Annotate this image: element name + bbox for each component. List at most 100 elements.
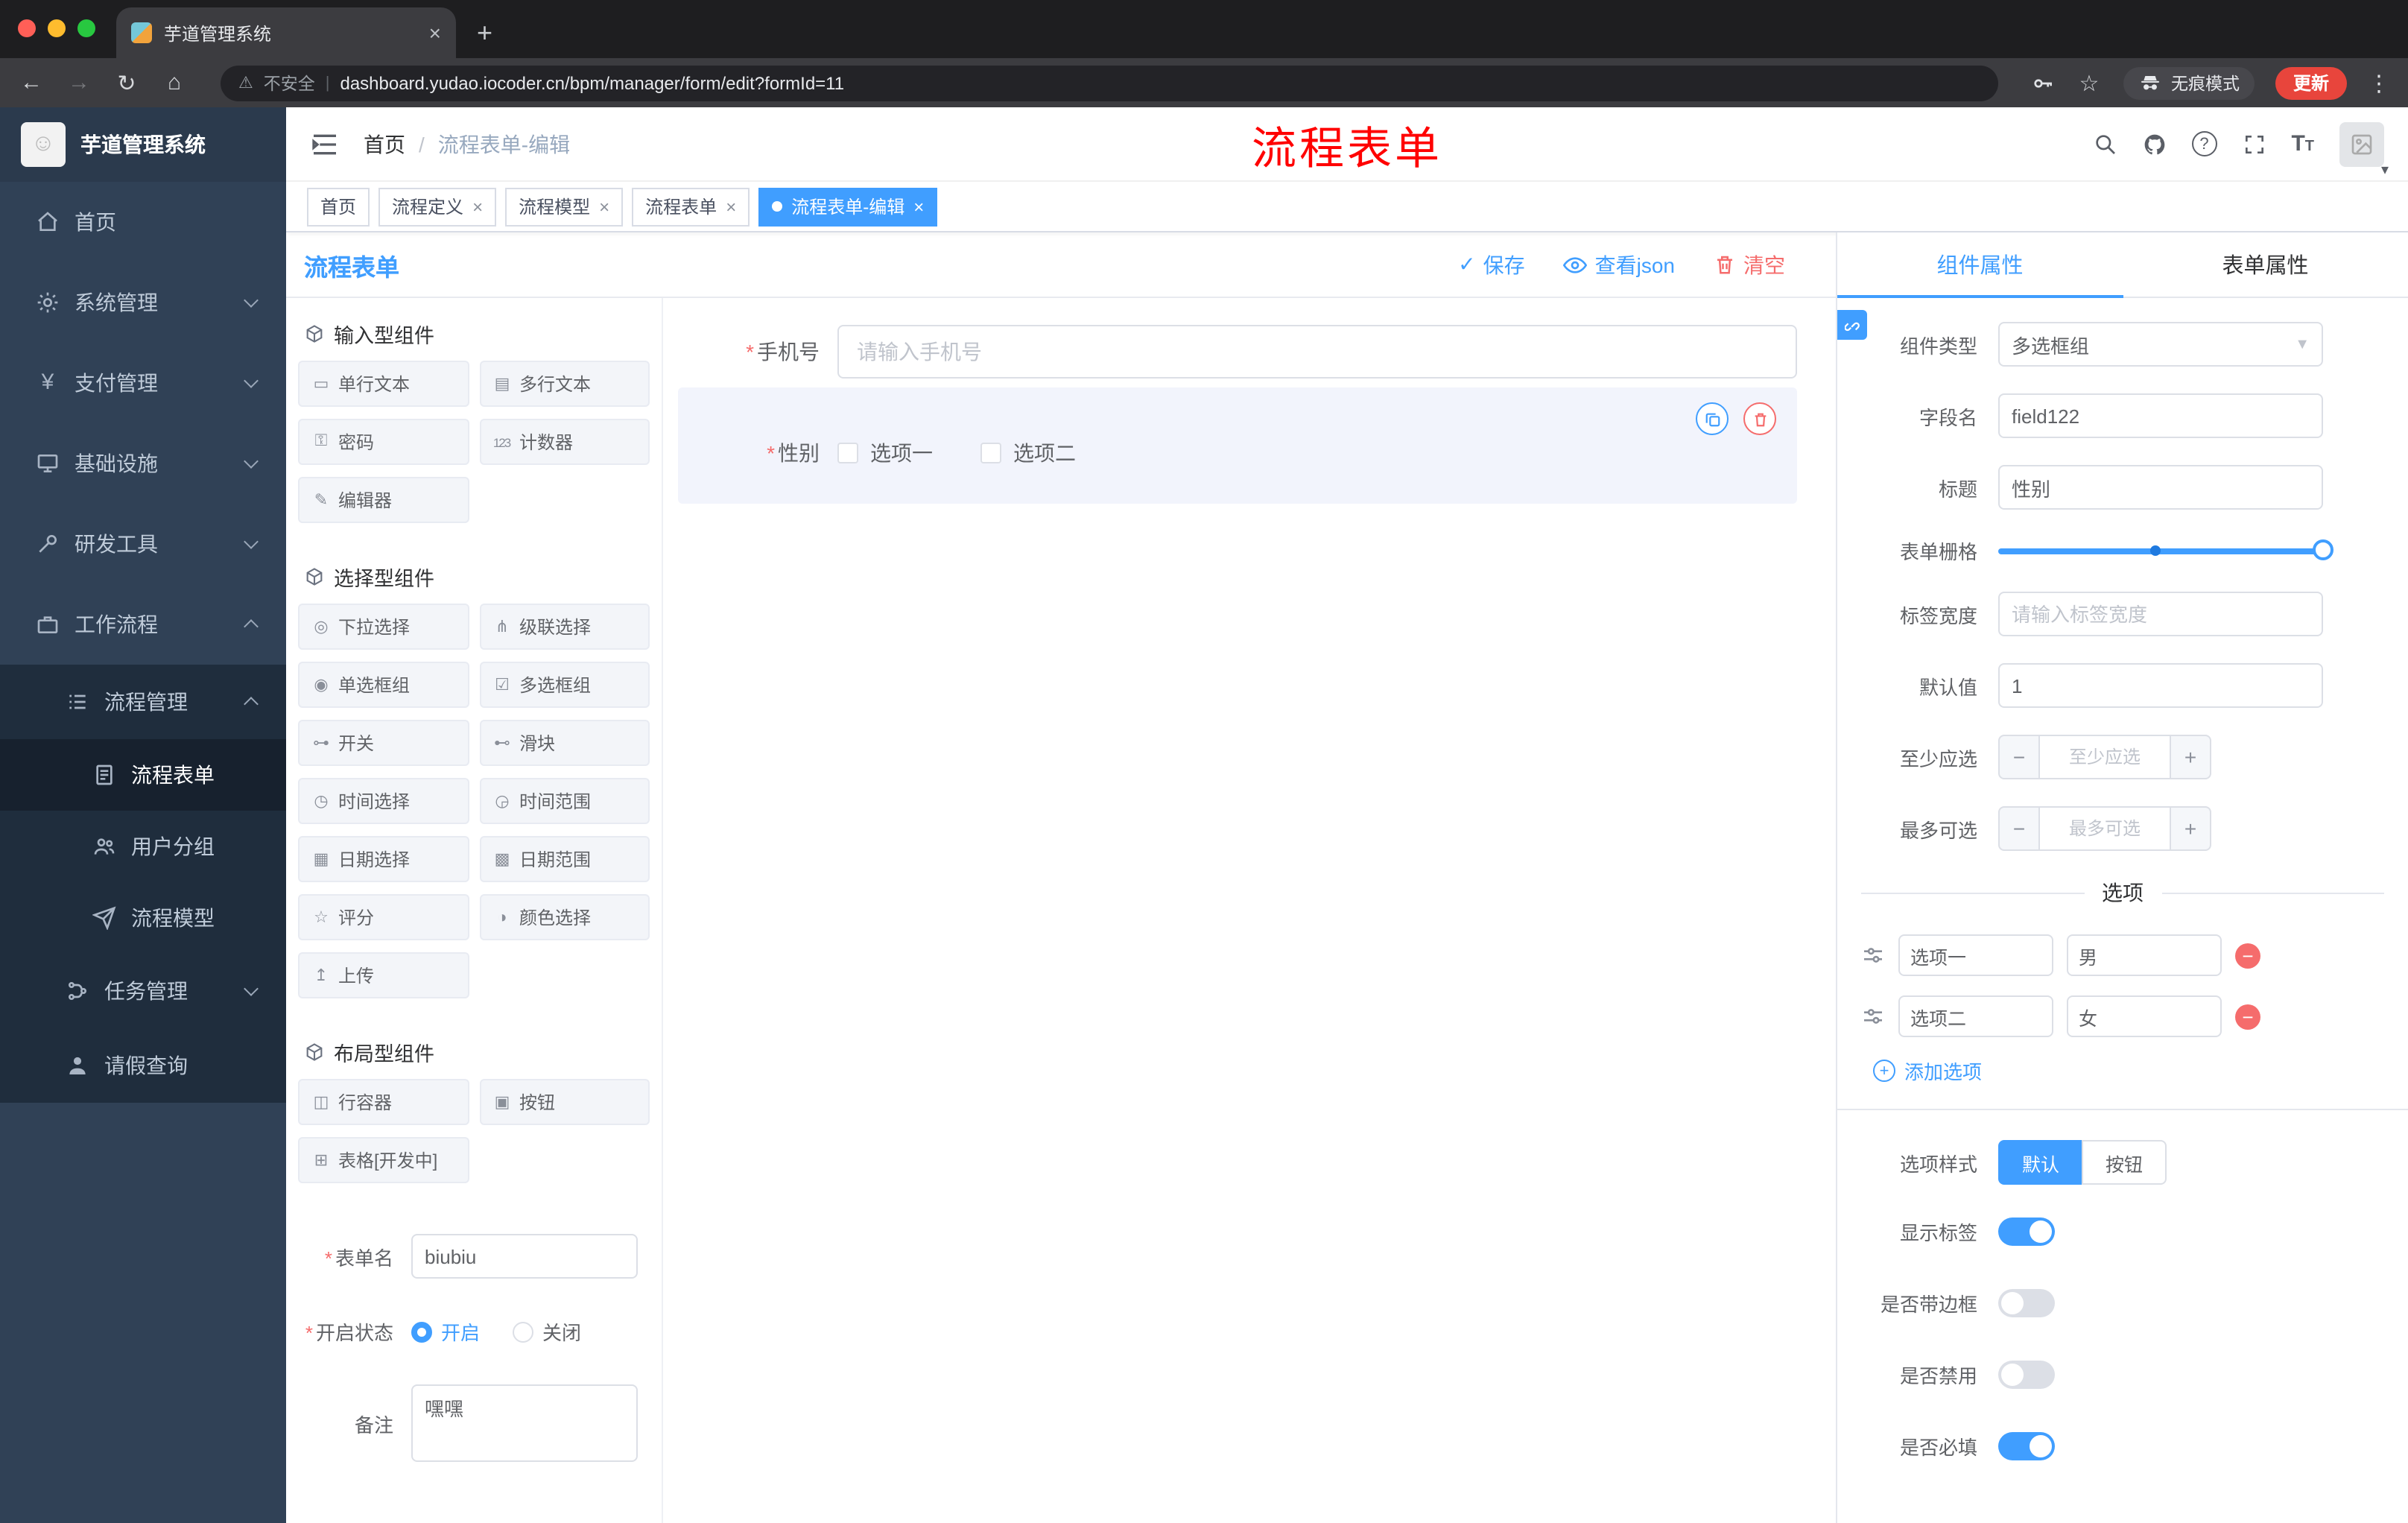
- minimize-window-button[interactable]: [48, 19, 66, 37]
- fullscreen-icon[interactable]: [2242, 132, 2266, 156]
- link-tag[interactable]: [1837, 310, 1867, 340]
- close-icon[interactable]: ×: [472, 196, 483, 217]
- grid-slider[interactable]: [1998, 539, 2333, 561]
- required-toggle[interactable]: [1998, 1432, 2055, 1460]
- palette-item-counter[interactable]: 123 计数器: [479, 419, 650, 465]
- palette-item-color-picker[interactable]: ◑ 颜色选择: [479, 894, 650, 940]
- palette-item-dropdown[interactable]: ◎ 下拉选择: [298, 604, 469, 650]
- palette-item-date-range[interactable]: ▩ 日期范围: [479, 836, 650, 882]
- sidebar-item-user-groups[interactable]: 用户分组: [0, 811, 286, 882]
- sidebar-item-process-form[interactable]: 流程表单: [0, 739, 286, 811]
- update-button[interactable]: 更新: [2275, 66, 2347, 99]
- forward-icon[interactable]: →: [66, 70, 92, 95]
- palette-item-single-line-text[interactable]: ▭ 单行文本: [298, 361, 469, 407]
- disabled-toggle[interactable]: [1998, 1361, 2055, 1389]
- option-value-input[interactable]: [2067, 995, 2222, 1037]
- sidebar-item-devtools[interactable]: 研发工具: [0, 504, 286, 584]
- back-icon[interactable]: ←: [18, 70, 45, 95]
- tab-form-props[interactable]: 表单属性: [2123, 232, 2408, 297]
- hamburger-icon[interactable]: [310, 129, 340, 159]
- palette-item-slider[interactable]: ⊷ 滑块: [479, 720, 650, 766]
- zoom-window-button[interactable]: [77, 19, 95, 37]
- password-key-icon[interactable]: [2031, 71, 2055, 95]
- status-radio-on[interactable]: 开启: [411, 1317, 480, 1346]
- phone-input[interactable]: [837, 325, 1797, 379]
- with-border-toggle[interactable]: [1998, 1289, 2055, 1317]
- delete-component-button[interactable]: [1743, 402, 1776, 435]
- minus-button[interactable]: −: [1998, 735, 2040, 779]
- form-remark-textarea[interactable]: 嘿嘿: [411, 1384, 638, 1462]
- avatar[interactable]: ▾: [2339, 121, 2389, 178]
- palette-item-time-picker[interactable]: ◷ 时间选择: [298, 778, 469, 824]
- browser-menu-icon[interactable]: ⋮: [2368, 69, 2390, 96]
- title-input[interactable]: [1998, 465, 2323, 510]
- drag-tune-icon[interactable]: [1861, 1004, 1885, 1028]
- breadcrumb-home[interactable]: 首页: [364, 129, 405, 159]
- tab-close-icon[interactable]: ×: [429, 21, 441, 45]
- palette-item-rating[interactable]: ☆ 评分: [298, 894, 469, 940]
- palette-item-radio-group[interactable]: ◉ 单选框组: [298, 662, 469, 708]
- style-button-button[interactable]: 按钮: [2082, 1140, 2167, 1185]
- show-label-toggle[interactable]: [1998, 1218, 2055, 1246]
- view-json-button[interactable]: 查看json: [1563, 250, 1675, 279]
- drag-tune-icon[interactable]: [1861, 943, 1885, 967]
- close-icon[interactable]: ×: [599, 196, 609, 217]
- gender-option-1[interactable]: 选项一: [837, 438, 933, 468]
- gender-option-2[interactable]: 选项二: [980, 438, 1076, 468]
- palette-item-upload[interactable]: ↥ 上传: [298, 952, 469, 998]
- sidebar-item-process-model[interactable]: 流程模型: [0, 882, 286, 954]
- status-radio-off[interactable]: 关闭: [513, 1317, 581, 1346]
- option-label-input[interactable]: [1898, 934, 2053, 976]
- browser-tab[interactable]: 芋道管理系统 ×: [116, 7, 456, 58]
- palette-item-row-container[interactable]: ◫ 行容器: [298, 1079, 469, 1125]
- clear-button[interactable]: 清空: [1714, 250, 1785, 279]
- palette-item-date-picker[interactable]: ▦ 日期选择: [298, 836, 469, 882]
- copy-component-button[interactable]: [1696, 402, 1729, 435]
- sidebar-item-leave-query[interactable]: 请假查询: [0, 1028, 286, 1103]
- min-select-input[interactable]: [2040, 735, 2171, 779]
- form-name-input[interactable]: [411, 1234, 638, 1279]
- close-icon[interactable]: ×: [913, 196, 924, 217]
- plus-button[interactable]: +: [2170, 806, 2211, 851]
- address-bar[interactable]: ⚠ 不安全 | dashboard.yudao.iocoder.cn/bpm/m…: [221, 65, 1998, 101]
- close-icon[interactable]: ×: [726, 196, 736, 217]
- slider-handle[interactable]: [2313, 539, 2333, 560]
- page-tab-home[interactable]: 首页: [307, 187, 370, 226]
- component-type-select[interactable]: 多选框组 ▼: [1998, 322, 2323, 367]
- option-label-input[interactable]: [1898, 995, 2053, 1037]
- option-value-input[interactable]: [2067, 934, 2222, 976]
- search-icon[interactable]: [2093, 132, 2117, 156]
- palette-item-editor[interactable]: ✎ 编辑器: [298, 477, 469, 523]
- page-tab-process-form[interactable]: 流程表单 ×: [632, 187, 750, 226]
- home-icon[interactable]: ⌂: [161, 70, 188, 95]
- minus-button[interactable]: −: [1998, 806, 2040, 851]
- style-default-button[interactable]: 默认: [1998, 1140, 2084, 1185]
- palette-item-multi-line-text[interactable]: ▤ 多行文本: [479, 361, 650, 407]
- tab-component-props[interactable]: 组件属性: [1837, 232, 2123, 298]
- palette-item-password[interactable]: ⚿ 密码: [298, 419, 469, 465]
- add-option-button[interactable]: + 添加选项: [1873, 1057, 2384, 1085]
- new-tab-button[interactable]: +: [477, 18, 492, 49]
- plus-button[interactable]: +: [2170, 735, 2211, 779]
- palette-item-checkbox-group[interactable]: ☑ 多选框组: [479, 662, 650, 708]
- canvas-field-phone[interactable]: * 手机号: [678, 325, 1797, 379]
- remove-option-button[interactable]: −: [2235, 943, 2260, 968]
- palette-item-button[interactable]: ▣ 按钮: [479, 1079, 650, 1125]
- reload-icon[interactable]: ↻: [113, 69, 140, 96]
- max-select-input[interactable]: [2040, 806, 2171, 851]
- save-button[interactable]: ✓ 保存: [1458, 250, 1524, 279]
- page-tab-process-form-edit[interactable]: 流程表单-编辑 ×: [758, 187, 938, 226]
- palette-item-cascader[interactable]: ⋔ 级联选择: [479, 604, 650, 650]
- field-name-input[interactable]: [1998, 393, 2323, 438]
- bookmark-star-icon[interactable]: ☆: [2076, 69, 2103, 96]
- canvas-field-gender-selected[interactable]: * 性别 选项一 选项二: [678, 387, 1797, 504]
- github-icon[interactable]: [2142, 132, 2166, 156]
- palette-item-time-range[interactable]: ◶ 时间范围: [479, 778, 650, 824]
- sidebar-item-infrastructure[interactable]: 基础设施: [0, 423, 286, 504]
- sidebar-item-process-management[interactable]: 流程管理: [0, 665, 286, 739]
- remove-option-button[interactable]: −: [2235, 1004, 2260, 1029]
- label-width-input[interactable]: [1998, 592, 2323, 636]
- default-value-input[interactable]: [1998, 663, 2323, 708]
- sidebar-item-system[interactable]: 系统管理: [0, 262, 286, 343]
- sidebar-item-payment[interactable]: ¥ 支付管理: [0, 343, 286, 423]
